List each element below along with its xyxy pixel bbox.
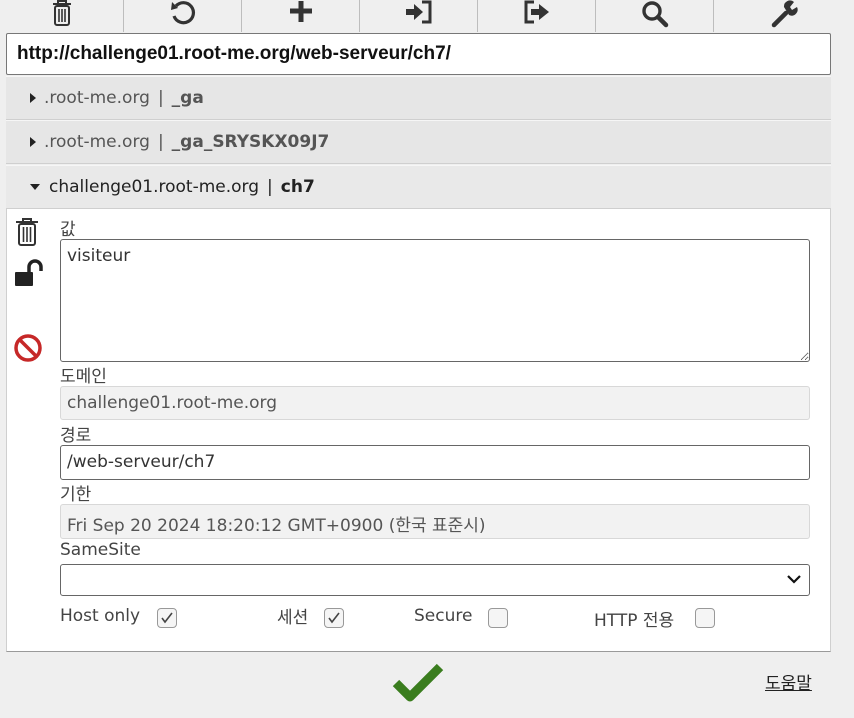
cookie-separator: | [267,177,273,197]
cookie-name: _ga_SRYSKX09J7 [171,132,330,152]
caret-down-icon [30,184,40,190]
cookie-domain: .root-me.org [44,132,150,152]
save-checkmark-icon[interactable] [392,661,444,703]
path-label: 경로 [60,426,92,446]
refresh-button[interactable] [124,0,242,32]
export-icon [524,0,549,24]
delete-all-button[interactable] [0,0,124,32]
checkmark-icon [161,612,173,624]
http-only-label: HTTP 전용 [594,611,675,631]
expires-field[interactable]: Fri Sep 20 2024 18:20:12 GMT+0900 (한국 표준… [60,504,810,539]
expires-label: 기한 [60,485,92,505]
cookie-detail-panel: 값 visiteur 도메인 challenge01.root-me.org 경… [6,209,831,652]
host-only-checkbox[interactable] [157,608,177,628]
cookie-row-ga-srysk[interactable]: .root-me.org | _ga_SRYSKX09J7 [6,120,831,164]
wrench-icon [771,0,798,28]
chevron-down-icon [787,575,801,584]
host-only-label: Host only [60,606,141,626]
url-field[interactable]: http://challenge01.root-me.org/web-serve… [6,33,831,75]
export-button[interactable] [478,0,596,32]
domain-field[interactable]: challenge01.root-me.org [60,386,810,420]
caret-right-icon [30,137,36,147]
unlock-icon[interactable] [13,259,47,289]
refresh-icon [170,1,195,25]
session-label: 세션 [277,608,309,628]
toolbar [0,0,854,32]
checkmark-icon [328,612,340,624]
search-button[interactable] [596,0,714,32]
path-field[interactable]: /web-serveur/ch7 [60,445,810,480]
import-button[interactable] [360,0,478,32]
samesite-label: SameSite [60,540,141,560]
search-icon [641,1,668,28]
cookie-name: _ga [171,88,204,108]
secure-label: Secure [414,606,473,626]
help-link[interactable]: 도움말 [765,669,812,694]
domain-label: 도메인 [60,367,107,387]
http-only-checkbox[interactable] [695,608,715,628]
cookie-row-ga[interactable]: .root-me.org | _ga [6,76,831,120]
import-icon [405,0,431,24]
value-label: 값 [60,220,76,240]
cookie-domain: challenge01.root-me.org [49,177,260,197]
delete-cookie-trash-icon[interactable] [13,217,41,247]
caret-right-icon [30,93,36,103]
plus-icon [289,1,312,22]
value-field[interactable]: visiteur [60,239,810,362]
cookie-separator: | [157,132,164,152]
samesite-select[interactable] [60,564,810,596]
trash-icon [52,0,71,26]
session-checkbox[interactable] [324,608,344,628]
add-cookie-button[interactable] [242,0,360,32]
options-button[interactable] [714,0,854,32]
secure-checkbox[interactable] [488,608,508,628]
cookie-separator: | [157,88,164,108]
cookie-row-ch7[interactable]: challenge01.root-me.org | ch7 [6,165,831,209]
block-cookie-icon[interactable] [13,333,43,363]
cookie-name: ch7 [280,177,315,197]
cookie-domain: .root-me.org [44,88,150,108]
